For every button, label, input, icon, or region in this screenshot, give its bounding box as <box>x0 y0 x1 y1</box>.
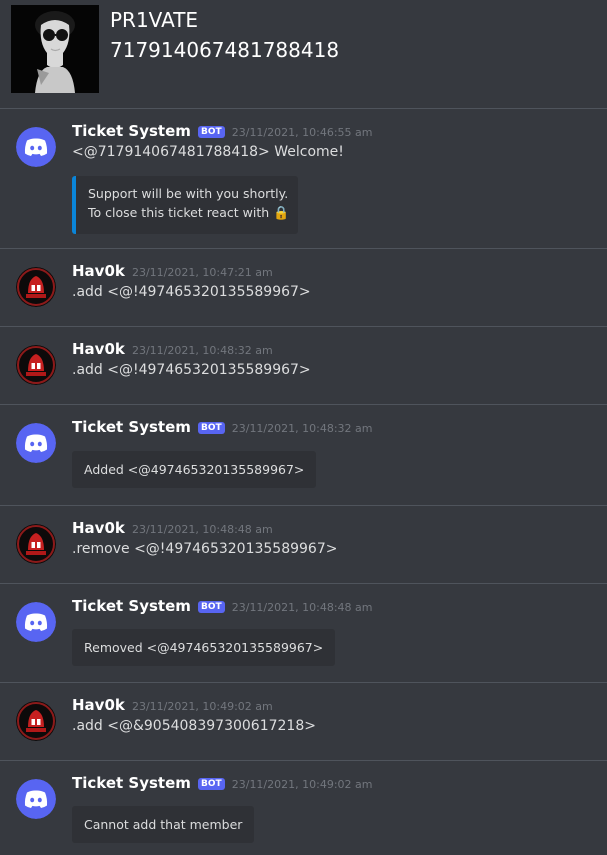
message-content: .add <@&905408397300617218> <box>72 718 316 734</box>
bot-badge: BOT <box>197 601 225 613</box>
embed: Support will be with you shortly. To clo… <box>72 176 298 234</box>
timestamp: 23/11/2021, 10:48:48 am <box>131 523 273 536</box>
embed-text: Cannot add that member <box>84 817 243 832</box>
username[interactable]: Hav0k <box>72 696 125 714</box>
embed-line: To close this ticket react with <box>88 205 270 220</box>
message-item: Hav0k 23/11/2021, 10:47:21 am .add <@!49… <box>0 249 607 327</box>
username[interactable]: Hav0k <box>72 340 125 358</box>
timestamp: 23/11/2021, 10:46:55 am <box>231 126 373 139</box>
timestamp: 23/11/2021, 10:48:48 am <box>231 601 373 614</box>
message-content: .add <@!497465320135589967> <box>72 362 311 378</box>
timestamp: 23/11/2021, 10:49:02 am <box>231 778 373 791</box>
message-content: .remove <@!497465320135589967> <box>72 541 338 557</box>
discord-logo-icon[interactable] <box>16 423 56 463</box>
hooded-figure-icon[interactable] <box>16 524 56 564</box>
username[interactable]: Hav0k <box>72 519 125 537</box>
message-item: Hav0k 23/11/2021, 10:49:02 am .add <@&90… <box>0 683 607 761</box>
message-content: .add <@!497465320135589967> <box>72 284 311 300</box>
hooded-figure-icon[interactable] <box>16 345 56 385</box>
message-item: Ticket System BOT 23/11/2021, 10:46:55 a… <box>0 109 607 249</box>
message-item: Ticket System BOT 23/11/2021, 10:49:02 a… <box>0 761 607 855</box>
embed-text: Removed <@497465320135589967> <box>84 640 324 655</box>
username[interactable]: Ticket System <box>72 122 191 140</box>
username[interactable]: Ticket System <box>72 597 191 615</box>
bot-badge: BOT <box>197 126 225 138</box>
private-avatar-icon <box>11 5 99 93</box>
message-item: Hav0k 23/11/2021, 10:48:32 am .add <@!49… <box>0 327 607 405</box>
bot-badge: BOT <box>197 422 225 434</box>
channel-id: 717914067481788418 <box>110 38 340 62</box>
embed-line: Support will be with you shortly. <box>88 186 289 201</box>
timestamp: 23/11/2021, 10:48:32 am <box>231 422 373 435</box>
hooded-figure-icon[interactable] <box>16 701 56 741</box>
message-item: Ticket System BOT 23/11/2021, 10:48:48 a… <box>0 584 607 683</box>
discord-logo-icon[interactable] <box>16 779 56 819</box>
embed: Added <@497465320135589967> <box>72 451 317 488</box>
username[interactable]: Hav0k <box>72 262 125 280</box>
embed-line-with-emoji: To close this ticket react with 🔒 <box>88 203 290 223</box>
message-content: <@717914067481788418> Welcome! <box>72 144 344 160</box>
embed: Removed <@497465320135589967> <box>72 629 336 666</box>
discord-logo-icon[interactable] <box>16 602 56 642</box>
message-item: Ticket System BOT 23/11/2021, 10:48:32 a… <box>0 405 607 506</box>
channel-header: PR1VATE 717914067481788418 <box>0 0 607 109</box>
channel-title: PR1VATE <box>110 8 199 32</box>
timestamp: 23/11/2021, 10:48:32 am <box>131 344 273 357</box>
username[interactable]: Ticket System <box>72 418 191 436</box>
lock-icon: 🔒 <box>273 206 290 221</box>
message-item: Hav0k 23/11/2021, 10:48:48 am .remove <@… <box>0 506 607 584</box>
embed: Cannot add that member <box>72 806 255 843</box>
hooded-figure-icon[interactable] <box>16 267 56 307</box>
embed-text: Added <@497465320135589967> <box>84 462 305 477</box>
timestamp: 23/11/2021, 10:47:21 am <box>131 266 273 279</box>
username[interactable]: Ticket System <box>72 774 191 792</box>
timestamp: 23/11/2021, 10:49:02 am <box>131 700 273 713</box>
discord-logo-icon[interactable] <box>16 127 56 167</box>
bot-badge: BOT <box>197 778 225 790</box>
